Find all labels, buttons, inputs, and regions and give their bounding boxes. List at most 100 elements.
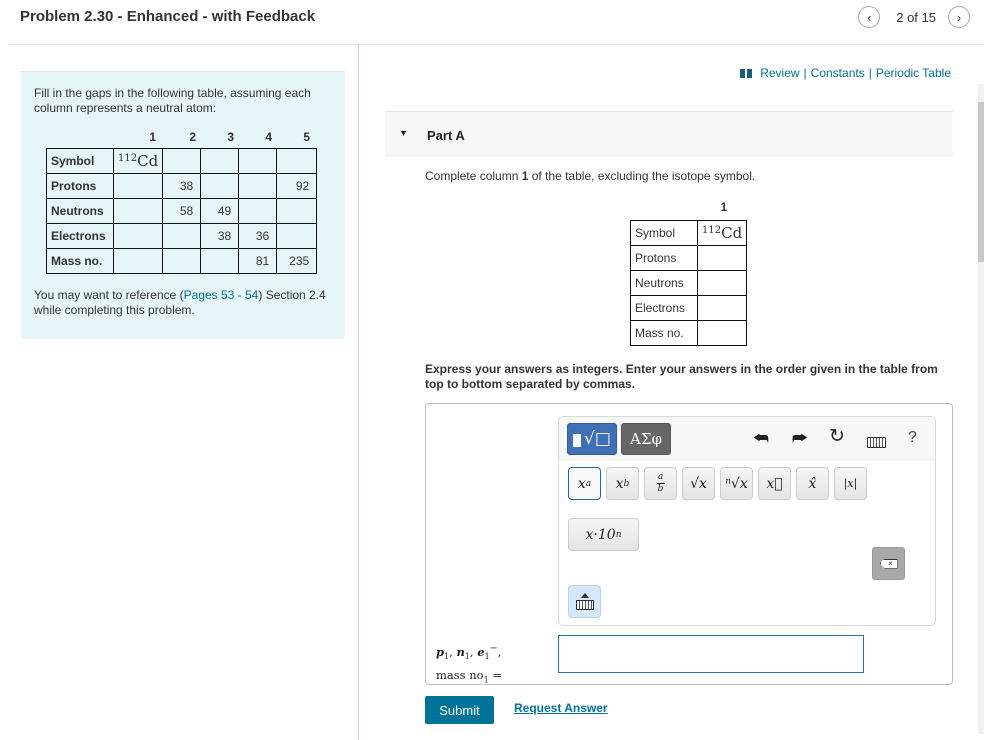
chevron-right-icon: › xyxy=(956,9,962,25)
pagination: ‹ 2 of 15 › xyxy=(858,6,970,28)
redo-icon[interactable]: ⮫ xyxy=(792,430,808,448)
problem-statement-panel: Fill in the gaps in the following table,… xyxy=(21,71,345,339)
table-cell xyxy=(112,248,164,274)
table-cell: 58 xyxy=(162,198,202,224)
superscript-template-button[interactable]: xa xyxy=(568,467,601,500)
answer-area: √□ ΑΣφ ⮪ ⮫ ↻ ? xa xb ab √x ⁿ√x x⃗ x̂ |x|… xyxy=(425,403,953,685)
sci-exp: n xyxy=(615,529,622,540)
column-header: 1 xyxy=(720,200,728,214)
isotope-mass: 112 xyxy=(702,225,722,236)
table-row: Protons xyxy=(630,245,748,271)
table-cell: 92 xyxy=(276,173,318,199)
column-header: 5 xyxy=(303,130,310,144)
reference-text: You may want to reference (Pages 53 - 54… xyxy=(34,288,333,318)
column-header: 3 xyxy=(227,130,234,144)
table-cell: 81 xyxy=(238,248,278,274)
pages-link[interactable]: Pages 53 - 54 xyxy=(184,288,259,302)
row-label: Neutrons xyxy=(46,198,114,224)
header-divider xyxy=(8,44,984,45)
problem-table-column-headers: 1 2 3 4 5 xyxy=(46,130,333,148)
row-label: Electrons xyxy=(630,295,698,321)
isotope-element: Cd xyxy=(721,224,743,242)
table-cell xyxy=(112,173,164,199)
separator: | xyxy=(803,66,807,80)
problem-table: Symbol 112Cd Protons 38 92 Neutrons 58 4… xyxy=(46,148,318,274)
next-problem-button[interactable]: › xyxy=(948,6,970,28)
isotope-mass: 112 xyxy=(118,153,138,164)
part-table: Symbol 112Cd Protons Neutrons Electrons … xyxy=(630,220,748,346)
table-cell xyxy=(276,198,318,224)
fraction-template-button[interactable]: ab xyxy=(644,467,677,500)
table-row: Neutrons 58 49 xyxy=(46,198,318,224)
problem-title: Problem 2.30 - Enhanced - with Feedback xyxy=(20,8,316,25)
table-row: Mass no. 81 235 xyxy=(46,248,318,274)
table-cell: 49 xyxy=(200,198,240,224)
square-root-template-button[interactable]: √x xyxy=(682,467,715,500)
problem-intro: Fill in the gaps in the following table,… xyxy=(34,86,311,115)
undo-icon[interactable]: ⮪ xyxy=(753,430,769,448)
column-header: 1 xyxy=(149,130,156,144)
subscript-template-button[interactable]: xb xyxy=(606,467,639,500)
table-cell xyxy=(238,148,278,174)
absolute-value-template-button[interactable]: |x| xyxy=(834,467,867,500)
column-header: 4 xyxy=(265,130,272,144)
table-cell xyxy=(696,295,748,321)
table-cell xyxy=(696,270,748,296)
reference-prefix: You may want to reference ( xyxy=(34,288,184,302)
periodic-table-link[interactable]: Periodic Table xyxy=(876,66,951,80)
table-cell xyxy=(112,198,164,224)
table-cell xyxy=(200,248,240,274)
table-cell xyxy=(162,223,202,249)
request-answer-link[interactable]: Request Answer xyxy=(514,701,608,715)
isotope-symbol: 112Cd xyxy=(118,152,158,170)
table-row: Neutrons xyxy=(630,270,748,296)
backspace-icon: × xyxy=(879,558,898,569)
row-label: Mass no. xyxy=(46,248,114,274)
keyboard-toggle-icon xyxy=(575,600,594,610)
constants-link[interactable]: Constants xyxy=(811,66,865,80)
unit-vector-template-button[interactable]: x̂ xyxy=(796,467,829,500)
table-cell xyxy=(276,223,318,249)
review-link[interactable]: Review xyxy=(760,66,799,80)
part-title: Part A xyxy=(427,128,465,143)
scrollbar-thumb[interactable] xyxy=(978,102,984,262)
backspace-button[interactable]: × xyxy=(872,547,905,580)
submit-button[interactable]: Submit xyxy=(425,696,494,724)
greek-mode-button[interactable]: ΑΣφ xyxy=(621,423,671,455)
table-cell xyxy=(276,148,318,174)
nth-root-template-button[interactable]: ⁿ√x xyxy=(720,467,753,500)
part-table-wrap: 1 Symbol 112Cd Protons Neutrons Electron… xyxy=(630,200,748,346)
math-editor-toolbar: √□ ΑΣφ ⮪ ⮫ ↻ ? xyxy=(559,417,935,461)
help-icon[interactable]: ? xyxy=(908,429,917,447)
math-editor-panel: √□ ΑΣφ ⮪ ⮫ ↻ ? xa xb ab √x ⁿ√x x⃗ x̂ |x|… xyxy=(558,416,936,626)
prev-problem-button[interactable]: ‹ xyxy=(858,6,881,28)
table-row: Mass no. xyxy=(630,320,748,346)
table-cell xyxy=(238,198,278,224)
scrollbar[interactable] xyxy=(978,84,984,734)
part-instruction: Complete column 1 of the table, excludin… xyxy=(425,169,755,183)
templates-icon: √□ xyxy=(573,431,611,448)
answer-format-instruction: Express your answers as integers. Enter … xyxy=(425,362,938,391)
panel-divider[interactable] xyxy=(358,44,359,740)
triangle-down-icon[interactable]: ▼ xyxy=(399,128,408,138)
row-label: Electrons xyxy=(46,223,114,249)
reset-icon[interactable]: ↻ xyxy=(829,427,845,446)
answer-input[interactable] xyxy=(558,635,864,673)
table-cell xyxy=(162,148,202,174)
keyboard-icon[interactable] xyxy=(867,437,886,448)
vector-template-button[interactable]: x⃗ xyxy=(758,467,791,500)
row-label: Symbol xyxy=(630,220,698,246)
triangle-up-icon xyxy=(580,593,589,598)
keyboard-toggle-button[interactable] xyxy=(568,585,601,618)
isotope-element: Cd xyxy=(137,152,159,170)
table-cell: 38 xyxy=(162,173,202,199)
part-a-header[interactable]: ▼ Part A xyxy=(385,111,953,157)
templates-mode-button[interactable]: √□ xyxy=(567,423,617,455)
sci-base: x·10 xyxy=(585,526,616,543)
chevron-left-icon: ‹ xyxy=(867,9,872,25)
scientific-notation-button[interactable]: x·10 n xyxy=(568,518,639,551)
table-cell xyxy=(162,248,202,274)
column-header: 2 xyxy=(189,130,196,144)
table-row: Protons 38 92 xyxy=(46,173,318,199)
separator: | xyxy=(868,66,872,80)
